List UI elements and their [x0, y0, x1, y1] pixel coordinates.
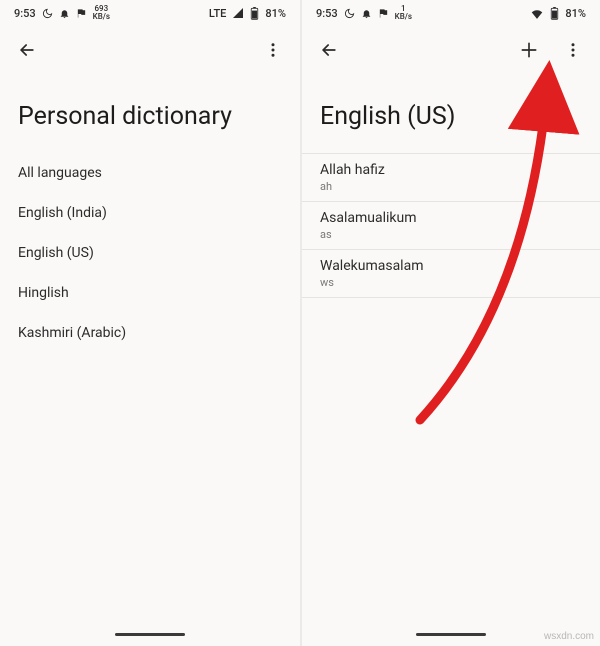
language-item[interactable]: English (US) [18, 233, 282, 273]
battery-icon [550, 7, 559, 20]
battery-pct: 81% [265, 7, 286, 20]
word-shortcut: as [320, 228, 582, 241]
word-shortcut: ah [320, 180, 582, 193]
home-indicator[interactable] [416, 633, 486, 636]
flag-icon [76, 8, 87, 19]
phone-left: 9:53 693 KB/s LTE [0, 0, 300, 646]
bell-icon [361, 8, 372, 19]
dnd-icon [344, 8, 355, 19]
home-indicator[interactable] [115, 633, 185, 636]
net-speed-unit: KB/s [93, 13, 110, 21]
language-item[interactable]: Kashmiri (Arabic) [18, 313, 282, 353]
phone-right: 9:53 1 KB/s [300, 0, 600, 646]
network-speed: 1 KB/s [395, 5, 412, 21]
overflow-menu-button[interactable] [558, 35, 588, 65]
back-button[interactable] [314, 35, 344, 65]
flag-icon [378, 8, 389, 19]
battery-pct: 81% [565, 7, 586, 20]
status-time: 9:53 [316, 7, 338, 20]
page-title: Personal dictionary [0, 74, 300, 153]
language-item[interactable]: All languages [18, 153, 282, 193]
status-bar: 9:53 1 KB/s [302, 0, 600, 26]
dnd-icon [42, 8, 53, 19]
word-item[interactable]: Allah hafiz ah [302, 153, 600, 202]
network-speed: 693 KB/s [93, 5, 110, 21]
language-item[interactable]: Hinglish [18, 273, 282, 313]
word-item[interactable]: Walekumasalam ws [302, 250, 600, 298]
language-item[interactable]: English (India) [18, 193, 282, 233]
page-title: English (US) [302, 74, 600, 153]
signal-icon [232, 7, 244, 19]
word-text: Allah hafiz [320, 162, 582, 178]
word-shortcut: ws [320, 276, 582, 289]
word-text: Walekumasalam [320, 258, 582, 274]
app-bar [0, 26, 300, 74]
overflow-menu-button[interactable] [258, 35, 288, 65]
app-bar [302, 26, 600, 74]
add-button[interactable] [514, 35, 544, 65]
status-time: 9:53 [14, 7, 36, 20]
lte-label: LTE [209, 7, 227, 20]
bell-icon [59, 8, 70, 19]
word-list: Allah hafiz ah Asalamualikum as Walekuma… [302, 153, 600, 298]
battery-icon [250, 7, 259, 20]
watermark: wsxdn.com [544, 631, 594, 642]
net-speed-unit: KB/s [395, 13, 412, 21]
word-item[interactable]: Asalamualikum as [302, 202, 600, 250]
back-button[interactable] [12, 35, 42, 65]
status-bar: 9:53 693 KB/s LTE [0, 0, 300, 26]
wifi-icon [530, 7, 544, 19]
word-text: Asalamualikum [320, 210, 582, 226]
language-list: All languages English (India) English (U… [0, 153, 300, 353]
